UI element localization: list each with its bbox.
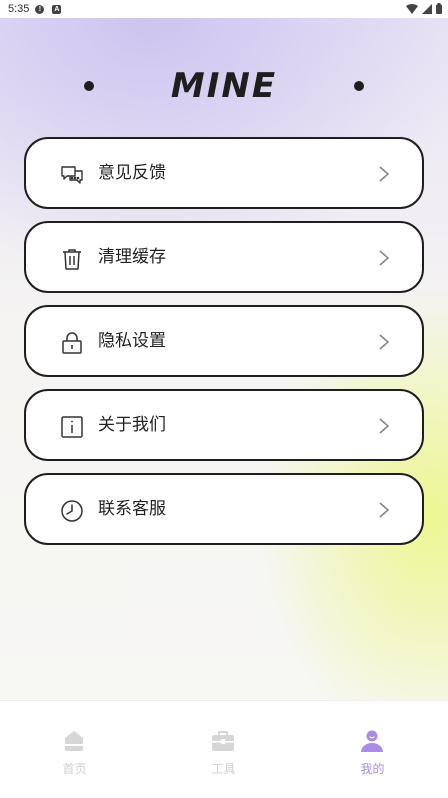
user-icon (361, 730, 383, 752)
tab-home[interactable]: 首页 (0, 701, 149, 798)
info-icon (61, 416, 83, 438)
menu-item-label: 清理缓存 (98, 247, 166, 267)
menu-item-clear-cache[interactable]: 清理缓存 (24, 221, 424, 293)
feedback-chat-icon (61, 166, 83, 184)
chevron-right-icon (379, 334, 390, 350)
bottom-tab-bar: 首页 工具 我的 (0, 700, 448, 798)
decor-dot-right (354, 81, 364, 91)
battery-icon (436, 3, 442, 14)
menu-item-label: 联系客服 (98, 499, 166, 519)
menu-item-about-us[interactable]: 关于我们 (24, 389, 424, 461)
trash-icon (63, 249, 81, 270)
chevron-right-icon (379, 166, 390, 182)
chevron-right-icon (379, 250, 390, 266)
tab-label: 工具 (211, 762, 236, 776)
status-time: 5:35 (8, 3, 30, 15)
menu-item-label: 意见反馈 (98, 163, 166, 183)
page-title: MINE (170, 66, 278, 106)
toolbox-icon (212, 731, 234, 751)
menu-item-label: 隐私设置 (98, 331, 166, 351)
menu-item-label: 关于我们 (98, 415, 166, 435)
menu-item-customer-service[interactable]: 联系客服 (24, 473, 424, 545)
page-header: MINE (0, 66, 448, 106)
chevron-right-icon (379, 418, 390, 434)
clock-icon (61, 500, 83, 522)
menu-item-privacy[interactable]: 隐私设置 (24, 305, 424, 377)
tab-label: 首页 (62, 762, 87, 776)
tab-label: 我的 (360, 762, 385, 776)
alert-icon: ! (35, 4, 45, 14)
chevron-right-icon (379, 502, 390, 518)
a-icon: A (52, 4, 62, 14)
wifi-icon (406, 3, 418, 14)
home-icon (65, 731, 83, 751)
mine-page: MINE 意见反馈 清理缓存 隐私设置 关于我们 联系客服 (0, 18, 448, 700)
lock-icon (62, 332, 82, 354)
tab-tools[interactable]: 工具 (149, 701, 298, 798)
menu-item-feedback[interactable]: 意见反馈 (24, 137, 424, 209)
status-bar: 5:35 ! A (0, 0, 448, 18)
signal-icon (422, 3, 432, 14)
tab-mine[interactable]: 我的 (298, 701, 447, 798)
